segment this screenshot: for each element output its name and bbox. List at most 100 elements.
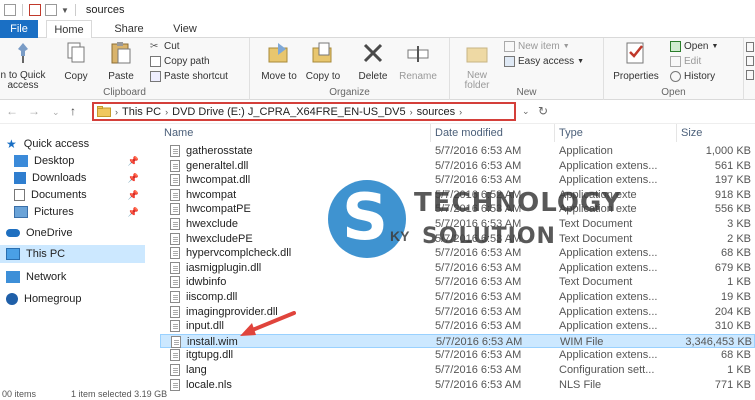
nav-this-pc[interactable]: This PC xyxy=(0,245,145,263)
nav-desktop-label: Desktop xyxy=(34,155,75,167)
nav-network[interactable]: Network xyxy=(0,268,145,286)
file-date-modified: 5/7/2016 6:53 AM xyxy=(435,159,522,172)
breadcrumb-separator-icon[interactable]: › xyxy=(165,107,168,117)
nav-quick-access[interactable]: ★ Quick access xyxy=(0,135,145,153)
file-icon xyxy=(170,320,180,333)
file-size: 310 KB xyxy=(714,320,751,333)
address-bar[interactable]: › This PC › DVD Drive (E:) J_CPRA_X64FRE… xyxy=(92,102,516,121)
nav-pictures[interactable]: Pictures 📌 xyxy=(0,203,145,221)
quick-access-properties-icon[interactable] xyxy=(4,4,16,16)
history-button[interactable]: History xyxy=(670,71,715,82)
file-icon xyxy=(170,247,180,260)
move-to-button[interactable]: Move to xyxy=(258,40,300,82)
open-label: Open xyxy=(684,41,709,52)
file-row[interactable]: imagingprovider.dll 5/7/2016 6:53 AM Appli… xyxy=(160,305,755,320)
file-row[interactable]: hwcompat 5/7/2016 6:52 AM Application exte… xyxy=(160,188,755,203)
properties-button[interactable]: Properties xyxy=(606,40,666,82)
file-row[interactable]: itgtupg.dll 5/7/2016 6:53 AM Application e… xyxy=(160,348,755,363)
nav-desktop[interactable]: Desktop 📌 xyxy=(0,152,145,170)
paste-shortcut-button[interactable]: Paste shortcut xyxy=(150,71,228,82)
file-row[interactable]: hwcompat.dll 5/7/2016 6:53 AM Application … xyxy=(160,173,755,188)
file-size: 197 KB xyxy=(714,174,751,187)
file-size: 19 KB xyxy=(721,291,751,303)
file-row[interactable]: gatherosstate 5/7/2016 6:53 AM Application… xyxy=(160,144,755,159)
file-row[interactable]: input.dll 5/7/2016 6:53 AM Application ext… xyxy=(160,319,755,334)
up-arrow-icon[interactable]: ↑ xyxy=(70,104,76,118)
nav-homegroup-label: Homegroup xyxy=(24,293,82,305)
recent-locations-chevron-icon[interactable]: ⌄ xyxy=(52,107,60,118)
file-row[interactable]: hypervcomplcheck.dll 5/7/2016 6:53 AM Appl… xyxy=(160,246,755,261)
file-row[interactable]: hwcompatPE 5/7/2016 6:53 AM Application ex… xyxy=(160,202,755,217)
file-type: Application extens... xyxy=(559,349,658,362)
column-header-type[interactable]: Type xyxy=(555,124,677,142)
breadcrumb-this-pc[interactable]: This PC xyxy=(122,106,161,118)
delete-button[interactable]: Delete xyxy=(352,40,394,82)
easy-access-button[interactable]: Easy access ▼ xyxy=(504,56,584,67)
pin-icon[interactable]: 📌 xyxy=(128,190,139,201)
file-name: hypervcomplcheck.dll xyxy=(186,247,292,260)
properties-icon xyxy=(626,42,644,64)
nav-downloads[interactable]: Downloads 📌 xyxy=(0,169,145,187)
nav-downloads-label: Downloads xyxy=(32,172,87,184)
back-arrow-icon[interactable]: ← xyxy=(6,104,18,118)
column-header-size[interactable]: Size xyxy=(677,124,755,142)
quick-access-folder-icon[interactable] xyxy=(45,4,57,16)
address-dropdown-chevron-icon[interactable]: ⌄ xyxy=(522,106,530,117)
star-icon: ★ xyxy=(6,137,17,151)
pin-icon[interactable]: 📌 xyxy=(128,207,139,218)
file-type: Configuration sett... xyxy=(559,364,655,376)
nav-onedrive[interactable]: OneDrive xyxy=(0,224,145,242)
copy-button[interactable]: Copy xyxy=(58,40,94,82)
file-name: idwbinfo xyxy=(186,276,227,289)
edit-button[interactable]: Edit xyxy=(670,56,701,67)
select-all-icon[interactable] xyxy=(746,42,754,52)
documents-icon xyxy=(14,189,25,201)
refresh-icon[interactable]: ↻ xyxy=(538,104,548,118)
open-group: Properties Open ▼ Edit History Open xyxy=(604,38,744,100)
pin-icon[interactable]: 📌 xyxy=(128,156,139,167)
forward-arrow-icon[interactable]: → xyxy=(28,104,40,118)
invert-selection-icon[interactable] xyxy=(746,70,754,80)
breadcrumb-separator-icon[interactable]: › xyxy=(459,107,462,117)
nav-documents[interactable]: Documents 📌 xyxy=(0,186,145,204)
column-header-name[interactable]: Name xyxy=(160,124,431,142)
file-name: imagingprovider.dll xyxy=(186,305,278,318)
copy-path-button[interactable]: Copy path xyxy=(150,56,210,67)
file-row[interactable]: generaltel.dll 5/7/2016 6:53 AM Applicatio… xyxy=(160,159,755,174)
nav-homegroup[interactable]: Homegroup xyxy=(0,290,145,308)
quick-access-check-icon[interactable] xyxy=(29,4,41,16)
pin-quick-access-button[interactable]: n to Quick access xyxy=(0,40,54,91)
cut-button[interactable]: ✂ Cut xyxy=(150,41,180,52)
copy-to-button[interactable]: Copy to xyxy=(302,40,344,82)
file-row[interactable]: iasmigplugin.dll 5/7/2016 6:53 AM Applicat… xyxy=(160,261,755,276)
tab-home[interactable]: Home xyxy=(46,20,92,39)
breadcrumb-separator-icon[interactable]: › xyxy=(115,107,118,117)
tab-share[interactable]: Share xyxy=(106,20,152,38)
column-header-date[interactable]: Date modified xyxy=(431,124,555,142)
tab-file[interactable]: File xyxy=(0,20,38,38)
file-row[interactable]: lang 5/7/2016 6:53 AM Configuration sett..… xyxy=(160,363,755,378)
paste-button[interactable]: Paste xyxy=(100,40,142,82)
select-none-icon[interactable] xyxy=(746,56,754,66)
breadcrumb-sources[interactable]: sources xyxy=(417,106,456,118)
pin-icon[interactable]: 📌 xyxy=(128,173,139,184)
copy-icon xyxy=(67,42,85,63)
pictures-icon xyxy=(14,206,28,218)
tab-view[interactable]: View xyxy=(162,20,208,38)
scissors-icon: ✂ xyxy=(150,41,159,52)
chevron-down-icon[interactable]: ▼ xyxy=(61,6,69,15)
file-row[interactable]: hwexcludePE 5/7/2016 6:53 AM Text Document… xyxy=(160,232,755,247)
file-row[interactable]: install.wim 5/7/2016 6:53 AM WIM File 3,346… xyxy=(160,333,755,349)
new-item-button[interactable]: New item ▼ xyxy=(504,41,570,52)
file-size: 918 KB xyxy=(714,188,751,201)
new-folder-button[interactable]: New folder xyxy=(454,40,500,91)
file-row[interactable]: hwexclude 5/7/2016 6:53 AM Text Document 3 … xyxy=(160,217,755,232)
file-row[interactable]: iiscomp.dll 5/7/2016 6:53 AM Application e… xyxy=(160,290,755,305)
file-size: 3 KB xyxy=(727,218,751,230)
rename-button[interactable]: Rename xyxy=(396,40,440,82)
file-icon xyxy=(170,261,180,274)
breadcrumb-dvd-drive[interactable]: DVD Drive (E:) J_CPRA_X64FRE_EN-US_DV5 xyxy=(172,106,406,118)
file-row[interactable]: idwbinfo 5/7/2016 6:53 AM Text Document 1 K… xyxy=(160,275,755,290)
open-button[interactable]: Open ▼ xyxy=(670,41,718,52)
breadcrumb-separator-icon[interactable]: › xyxy=(410,107,413,117)
